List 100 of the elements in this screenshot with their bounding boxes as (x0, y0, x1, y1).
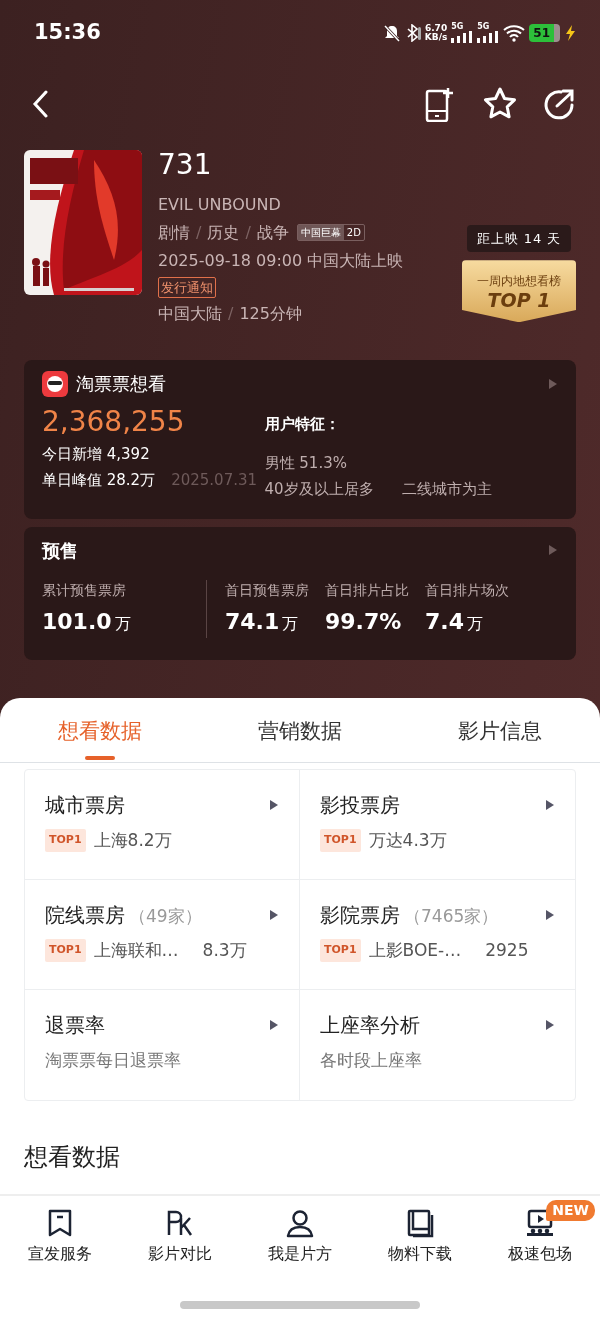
top-value: 8.3万 (202, 938, 247, 962)
rank-tag: TOP1 (45, 829, 86, 852)
wifi-icon (503, 24, 526, 42)
movie-title: 731 (158, 150, 213, 181)
new-badge: NEW (546, 1200, 595, 1221)
user-trait: 二线城市为主 (401, 479, 492, 501)
arrow-icon (545, 1018, 555, 1031)
grid-item[interactable]: 退票率 淘票票每日退票率 (25, 989, 300, 1100)
genre: 剧情 (158, 221, 190, 244)
item-title: 院线票房 (45, 901, 125, 929)
english-title: EVIL UNBOUND (158, 193, 282, 216)
tab[interactable]: 想看数据 (58, 698, 142, 762)
arrow-icon (269, 1018, 279, 1031)
stat-value: 74.1 (225, 607, 280, 636)
top-value: 2925 (485, 938, 529, 962)
item-title: 上座率分析 (320, 1011, 420, 1039)
signal-icon (451, 31, 474, 43)
item-count: （49家） (129, 904, 202, 928)
stat-value: 101.0 (42, 607, 112, 636)
nav-item[interactable]: 影片对比 (125, 1196, 235, 1320)
book-icon (405, 1208, 435, 1238)
network-type: 5G (451, 23, 465, 31)
arrow-icon (269, 908, 279, 921)
item-title: 影院票房 (320, 901, 400, 929)
speed-unit: KB/s (424, 33, 448, 43)
stat-unit: 万 (467, 612, 483, 635)
screening-room-icon (525, 1208, 555, 1238)
item-title: 城市票房 (45, 791, 125, 819)
peak-date: 2025.07.31 (171, 470, 258, 492)
countdown-badge: 距上映 14 天 (466, 224, 572, 253)
top-entry: 上海联和… (93, 938, 179, 962)
item-description: 各时段上座率 (320, 1048, 422, 1072)
user-trait: 40岁及以上居多 (264, 479, 374, 501)
stat-label: 累计预售票房 (42, 580, 127, 600)
rank-tag: TOP1 (320, 939, 361, 962)
grid-item[interactable]: 影院票房 （7465家） TOP1 上影BOE-… 2925 (300, 879, 575, 990)
ranking-badge[interactable]: 一周内地想看榜 TOP 1 (462, 260, 576, 323)
top-entry: 上影BOE-… (368, 938, 462, 962)
separator: / (196, 221, 202, 244)
separator: / (228, 303, 234, 326)
today-new: 今日新增 4,392 (42, 443, 151, 465)
stat-unit: 万 (114, 612, 131, 635)
nav-item[interactable]: 宣发服务 (5, 1196, 115, 1320)
mute-icon (382, 24, 401, 42)
network-type: 5G (477, 23, 491, 31)
item-title: 退票率 (45, 1011, 105, 1039)
tab[interactable]: 营销数据 (258, 698, 342, 762)
grid-item[interactable]: 影投票房 TOP1 万达4.3万 (300, 769, 575, 880)
release-date: 2025-09-18 09:00 中国大陆上映 (158, 249, 405, 272)
section-title: 想看数据 (23, 1141, 121, 1173)
compare-icon (165, 1208, 195, 1238)
stat-label: 首日排片场次 (425, 580, 509, 600)
genre: 历史 (207, 221, 240, 244)
arrow-icon (269, 798, 279, 811)
stat-value: 7.4 (425, 607, 464, 636)
rank-tag: TOP1 (45, 939, 86, 962)
notice-tag[interactable]: 发行通知 (158, 276, 216, 299)
stat-label: 首日排片占比 (325, 580, 409, 600)
card-title: 预售 (42, 538, 78, 563)
status-time: 15:36 (34, 19, 101, 47)
nav-item[interactable]: 物料下载 (365, 1196, 475, 1320)
user-trait: 男性 51.3% (264, 452, 348, 474)
grid-item[interactable]: 上座率分析 各时段上座率 (300, 989, 575, 1100)
card-title: 淘票票想看 (76, 372, 166, 397)
arrow-icon (548, 377, 558, 390)
battery-level: 51 (529, 24, 560, 42)
genre: 战争 (256, 221, 289, 244)
person-icon (285, 1208, 315, 1238)
grid-item[interactable]: 院线票房 （49家） TOP1 上海联和… 8.3万 (25, 879, 300, 990)
back-button[interactable] (32, 90, 48, 118)
stat-value: 99.7% (325, 607, 402, 636)
back-icon (32, 90, 48, 118)
item-count: （7465家） (404, 904, 499, 928)
grid-item[interactable]: 城市票房 TOP1 上海8.2万 (25, 769, 300, 880)
duration: 125分钟 (239, 303, 302, 326)
traits-title: 用户特征： (264, 414, 341, 436)
want-count: 2,368,255 (42, 405, 186, 439)
top-entry: 上海8.2万 (93, 828, 172, 852)
peak-value: 单日峰值 28.2万 (42, 470, 156, 492)
want-card[interactable]: 淘票票想看 2,368,255 今日新增 4,392 单日峰值 28.2万 2025.07.31 用户特征： 男性 51.3% 40岁及以上居多 二线城市为主 (24, 360, 576, 519)
region: 中国大陆 (158, 303, 222, 326)
top-entry: 万达4.3万 (368, 828, 447, 852)
arrow-icon (545, 798, 555, 811)
separator: / (245, 221, 251, 244)
signal-icon (477, 31, 500, 43)
rank-tag: TOP1 (320, 829, 361, 852)
format-tag: 中国巨幕 2D (296, 224, 365, 242)
stat-unit: 万 (282, 612, 299, 635)
arrow-icon (545, 908, 555, 921)
charging-icon (564, 24, 576, 42)
item-title: 影投票房 (320, 791, 400, 819)
arrow-icon (548, 544, 558, 557)
nav-item[interactable]: NEW 极速包场 (485, 1196, 595, 1320)
nav-item[interactable]: 我是片方 (245, 1196, 355, 1320)
stat-label: 首日预售票房 (225, 580, 309, 600)
network-speed: 6.70 (424, 23, 448, 33)
tab[interactable]: 影片信息 (458, 698, 542, 762)
app-logo-icon (42, 370, 68, 397)
item-description: 淘票票每日退票率 (45, 1048, 181, 1072)
presale-card[interactable]: 预售 累计预售票房 101.0 万 首日预售票房 74.1 万 首日排片占比 99.7% 首日排片场次 7.4 万 (24, 526, 576, 660)
